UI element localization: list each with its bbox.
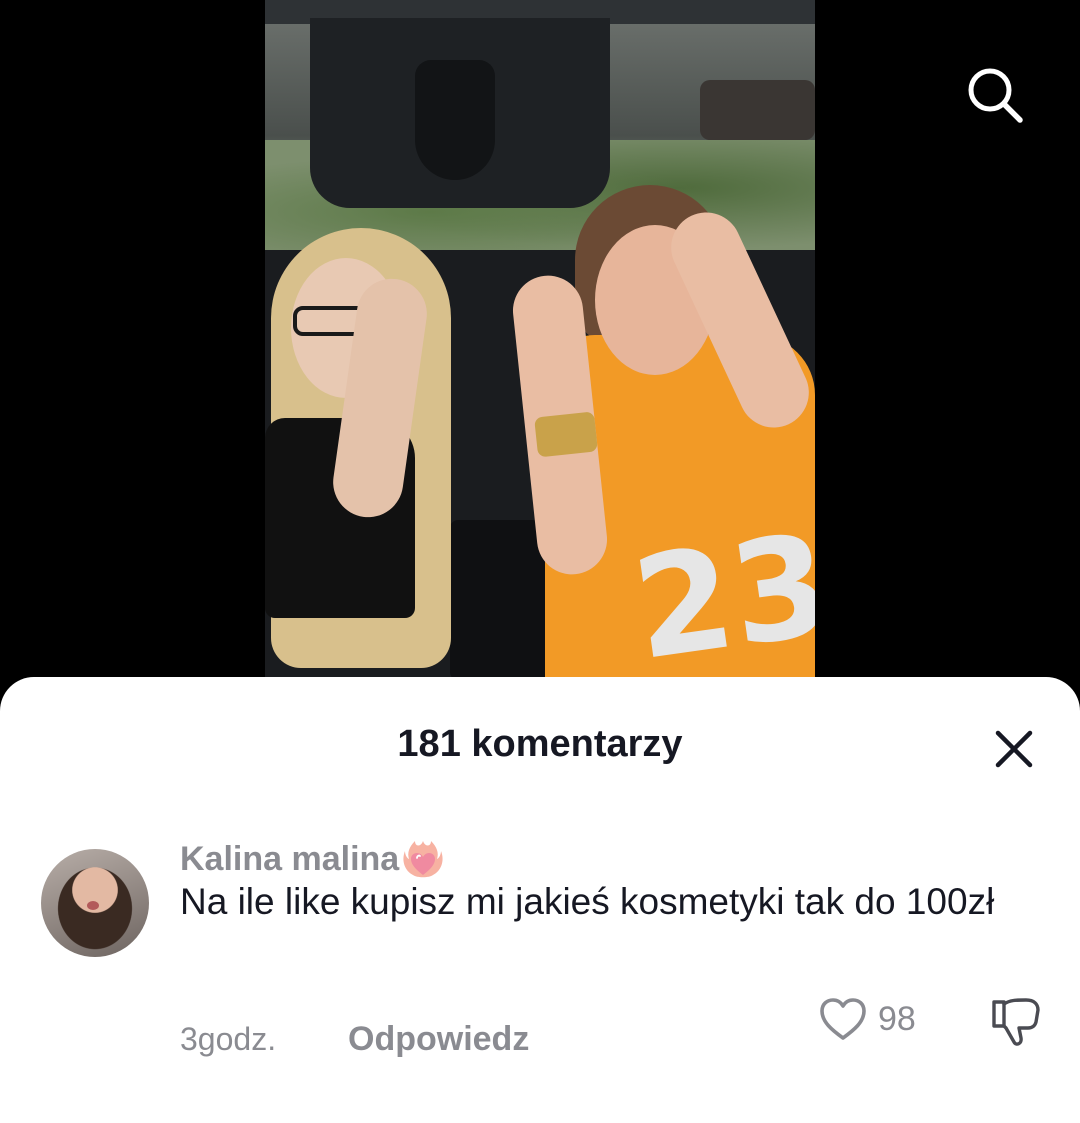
comment-item: Kalina malina Na ile like kupisz mi jaki… <box>0 837 1080 1117</box>
search-button[interactable] <box>955 55 1035 135</box>
video-person-left <box>265 228 465 680</box>
video-jersey-number: 23 <box>624 503 815 680</box>
reply-button[interactable]: Odpowiedz <box>348 1017 529 1061</box>
close-icon <box>995 730 1033 768</box>
dislike-button[interactable] <box>986 992 1046 1052</box>
comment-text: Na ile like kupisz mi jakieś kosmetyki t… <box>180 881 995 922</box>
video-player[interactable]: 23 <box>0 0 1080 700</box>
like-count: 98 <box>878 1000 916 1038</box>
like-button[interactable] <box>816 992 870 1046</box>
video-watch <box>534 411 598 458</box>
avatar[interactable] <box>41 849 149 957</box>
search-icon <box>968 68 1023 123</box>
video-sun-visor <box>700 80 815 140</box>
video-dashcam <box>415 60 495 180</box>
heart-outline-icon <box>820 998 866 1040</box>
comments-sheet: 181 komentarzy Kalina malina Na ile like… <box>0 677 1080 1123</box>
thumbs-down-icon <box>992 998 1040 1046</box>
comment-timestamp: 3godz. <box>180 1021 277 1057</box>
video-frame[interactable]: 23 <box>265 0 815 680</box>
video-person-right: 23 <box>509 185 815 680</box>
comments-count-title: 181 komentarzy <box>397 723 683 765</box>
close-button[interactable] <box>986 721 1042 777</box>
